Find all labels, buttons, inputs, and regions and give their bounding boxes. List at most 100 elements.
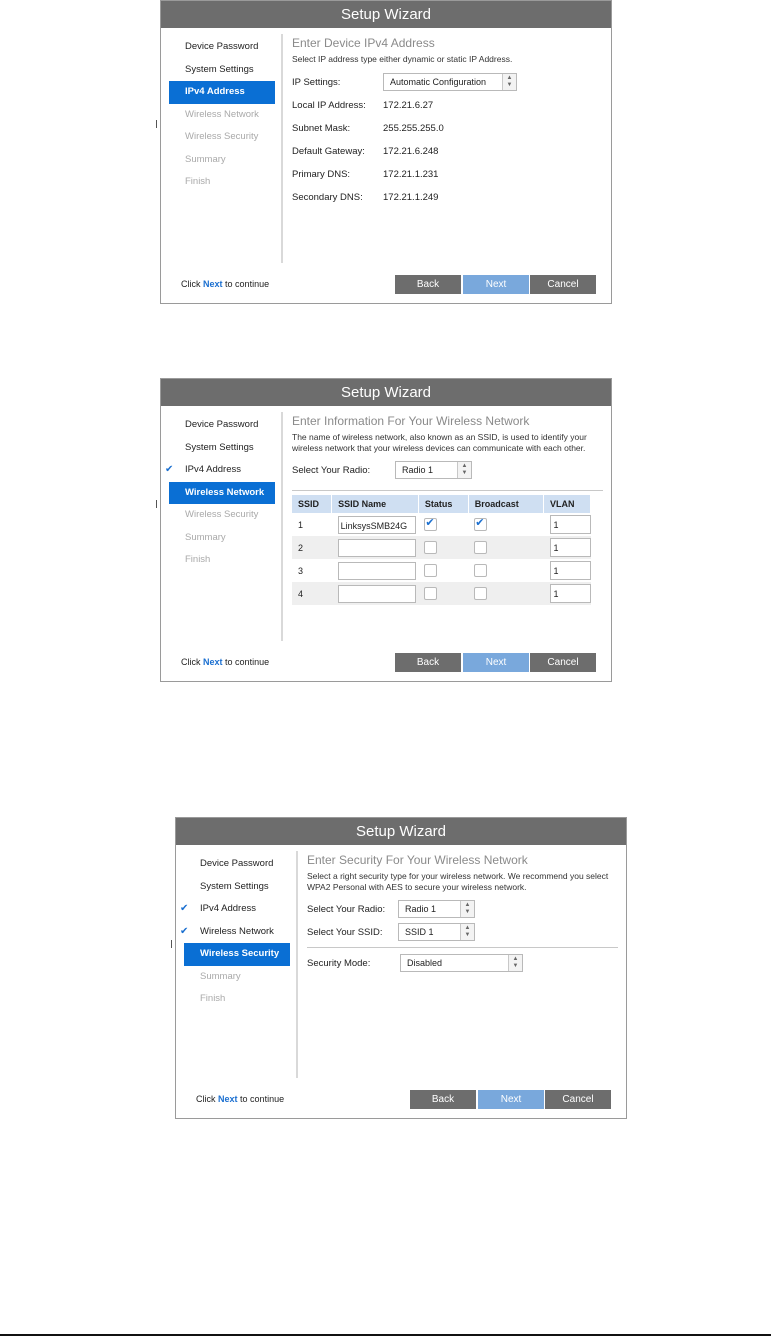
sidebar-item-system-settings[interactable]: System Settings <box>176 876 296 899</box>
sidebar-item-wireless-network[interactable]: Wireless Network <box>169 481 275 504</box>
gateway-label: Default Gateway: <box>292 145 365 157</box>
broadcast-cell <box>468 559 543 582</box>
radio-select[interactable]: Radio 1 ▲ ▼ <box>398 900 475 918</box>
primary-dns-row: Primary DNS: 172.21.1.231 <box>292 163 603 186</box>
broadcast-checkbox[interactable] <box>474 516 488 531</box>
ssid-name-input[interactable] <box>337 538 416 557</box>
ssid-name-cell <box>331 536 419 559</box>
page-margin-mark <box>171 940 172 948</box>
footer-click: Click <box>196 1094 216 1104</box>
ssid-table-header: SSID SSID Name Status Broadcast VLAN <box>292 495 591 513</box>
sidebar-item-device-password[interactable]: Device Password <box>161 36 281 59</box>
vlan-input[interactable]: 1 <box>549 515 591 534</box>
page-title: Enter Security For Your Wireless Network <box>307 853 528 867</box>
back-button[interactable]: Back <box>395 275 461 294</box>
radio-row: Select Your Radio: Radio 1 ▲ ▼ <box>292 459 603 482</box>
broadcast-checkbox[interactable] <box>474 541 488 554</box>
col-status: Status <box>418 495 469 513</box>
col-broadcast: Broadcast <box>468 495 545 513</box>
select-arrows-icon: ▲ ▼ <box>502 73 516 90</box>
status-checkbox[interactable] <box>424 516 438 531</box>
table-row: 1 LinksysSMB24G 1 <box>292 513 591 536</box>
status-checkbox[interactable] <box>424 541 438 554</box>
sidebar-item-ipv4-address[interactable]: ✔ IPv4 Address <box>176 898 296 921</box>
sidebar-item-summary: Summary <box>200 970 241 982</box>
next-button[interactable]: Next <box>463 653 529 672</box>
radio-select[interactable]: Radio 1 ▲ ▼ <box>395 461 472 479</box>
sidebar-item-ipv4-address[interactable]: IPv4 Address <box>169 81 275 104</box>
page-margin-mark <box>156 500 157 508</box>
radio-label: Select Your Radio: <box>307 904 386 915</box>
page-description: The name of wireless network, also known… <box>292 432 587 453</box>
vlan-input[interactable]: 1 <box>549 538 591 557</box>
sidebar-item-wireless-security[interactable]: Wireless Security <box>184 943 290 966</box>
secondary-dns-label: Secondary DNS: <box>292 191 363 203</box>
status-checkbox[interactable] <box>424 564 438 577</box>
sidebar-item-wireless-network[interactable]: ✔ Wireless Network <box>176 921 296 944</box>
sidebar-item-system-settings[interactable]: System Settings <box>161 437 281 460</box>
ssid-number: 3 <box>298 565 304 576</box>
broadcast-cell <box>468 536 544 559</box>
footer-next-link[interactable]: Next <box>218 1094 238 1104</box>
sidebar-item-device-password[interactable]: Device Password <box>176 853 296 876</box>
security-mode-row: Security Mode: Disabled ▲ ▼ <box>307 952 618 975</box>
sidebar-item-finish: Finish <box>185 176 211 187</box>
ssid-name-cell <box>331 582 419 605</box>
status-cell <box>418 582 469 605</box>
cancel-button[interactable]: Cancel <box>530 275 596 294</box>
ssid-table: SSID SSID Name Status Broadcast VLAN 1 L… <box>292 495 591 605</box>
local-ip-label: Local IP Address: <box>292 99 366 111</box>
radio-label: Select Your Radio: <box>292 465 371 476</box>
broadcast-checkbox[interactable] <box>474 564 488 577</box>
ssid-name-cell: LinksysSMB24G <box>332 513 419 536</box>
wizard-sidebar: Device Password System Settings ✔ IPv4 A… <box>176 845 296 1078</box>
security-content: Enter Security For Your Wireless Network… <box>307 845 618 1078</box>
ssid-value: SSID 1 <box>405 927 434 937</box>
sidebar-item-wireless-network: Wireless Network <box>185 108 259 120</box>
cancel-button[interactable]: Cancel <box>545 1090 611 1109</box>
subnet-label: Subnet Mask: <box>292 122 351 134</box>
status-cell <box>418 536 469 559</box>
ssid-select[interactable]: SSID 1 ▲ ▼ <box>398 923 475 941</box>
security-mode-select[interactable]: Disabled ▲ ▼ <box>400 954 523 972</box>
back-button[interactable]: Back <box>395 653 461 672</box>
sidebar-item-system-settings[interactable]: System Settings <box>161 59 281 82</box>
back-button[interactable]: Back <box>410 1090 476 1109</box>
next-button[interactable]: Next <box>463 275 529 294</box>
footer-next-link[interactable]: Next <box>203 657 223 667</box>
checkmark-icon: ✔ <box>165 464 174 475</box>
ip-settings-label: IP Settings: <box>292 76 341 88</box>
ssid-name-input[interactable] <box>337 561 416 580</box>
ssid-number: 4 <box>292 582 332 605</box>
col-ssid-name: SSID Name <box>331 495 419 513</box>
ssid-name-input[interactable] <box>337 584 416 603</box>
status-checkbox[interactable] <box>424 587 438 600</box>
sidebar-divider <box>281 34 283 263</box>
sidebar-item-finish: Finish <box>185 554 211 565</box>
ip-settings-select[interactable]: Automatic Configuration ▲ ▼ <box>383 72 517 91</box>
page-description: Select IP address type either dynamic or… <box>292 54 513 64</box>
ssid-name-cell <box>332 559 419 582</box>
sidebar-item-device-password[interactable]: Device Password <box>161 414 281 437</box>
vlan-cell: 1 <box>543 536 591 559</box>
table-row: 3 1 <box>292 559 591 582</box>
secondary-dns-value: 172.21.1.249 <box>383 191 439 203</box>
broadcast-cell <box>468 582 544 605</box>
gateway-value: 172.21.6.248 <box>383 145 439 157</box>
page-title: Enter Information For Your Wireless Netw… <box>292 414 530 428</box>
footer-continue: to continue <box>225 279 270 289</box>
security-mode-label: Security Mode: <box>307 958 371 969</box>
footer-next-link[interactable]: Next <box>203 279 223 289</box>
page-description: Select a right security type for your wi… <box>307 871 609 892</box>
ssid-name-input[interactable]: LinksysSMB24G <box>337 515 416 534</box>
select-arrows-icon: ▲ ▼ <box>508 955 522 971</box>
vlan-input[interactable]: 1 <box>549 584 591 603</box>
col-ssid: SSID <box>292 495 333 513</box>
footer-hint: Click Next to continue <box>181 657 269 667</box>
primary-dns-value: 172.21.1.231 <box>383 168 439 180</box>
cancel-button[interactable]: Cancel <box>530 653 596 672</box>
next-button[interactable]: Next <box>478 1090 544 1109</box>
broadcast-checkbox[interactable] <box>474 587 488 600</box>
vlan-input[interactable]: 1 <box>549 561 591 580</box>
sidebar-item-ipv4-address[interactable]: ✔ IPv4 Address <box>161 459 281 482</box>
